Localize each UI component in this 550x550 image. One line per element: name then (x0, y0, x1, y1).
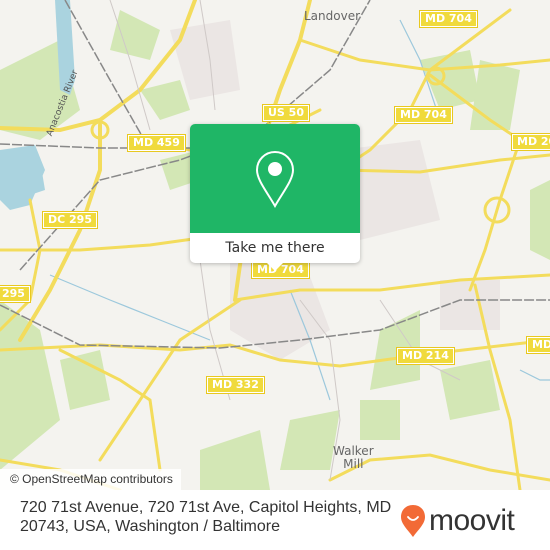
popup-pointer (267, 263, 283, 271)
footer: 720 71st Avenue, 720 71st Ave, Capitol H… (0, 490, 550, 550)
road-shield-dc295: DC 295 (42, 211, 98, 229)
road-shield-md459: MD 459 (127, 134, 186, 152)
road-shield-md214-right: MD (526, 336, 550, 354)
place-label-walker-mill: Walker Mill (333, 444, 374, 471)
road-shield-md704-mid: MD 704 (394, 106, 453, 124)
location-popup: Take me there (190, 124, 360, 271)
road-shield-md704: MD 704 (419, 10, 478, 28)
moovit-logo[interactable]: moovit (400, 504, 515, 538)
road-shield-md202: MD 202 (511, 133, 550, 151)
take-me-there-button[interactable]: Take me there (190, 233, 360, 263)
road-shield-295: 295 (0, 285, 31, 303)
map-pin-icon (255, 150, 295, 208)
map[interactable]: MD 704 US 50 MD 459 MD 704 MD 202 DC 295… (0, 0, 550, 490)
popup-header (190, 124, 360, 233)
moovit-pin-icon (401, 505, 425, 537)
moovit-wordmark: moovit (429, 504, 515, 537)
address-text: 720 71st Avenue, 720 71st Ave, Capitol H… (20, 499, 392, 535)
map-attribution[interactable]: © OpenStreetMap contributors (0, 469, 181, 490)
road-shield-md214: MD 214 (396, 347, 455, 365)
place-label-landover: Landover (304, 9, 361, 23)
road-shield-us50: US 50 (262, 104, 310, 122)
road-shield-md332: MD 332 (206, 376, 265, 394)
